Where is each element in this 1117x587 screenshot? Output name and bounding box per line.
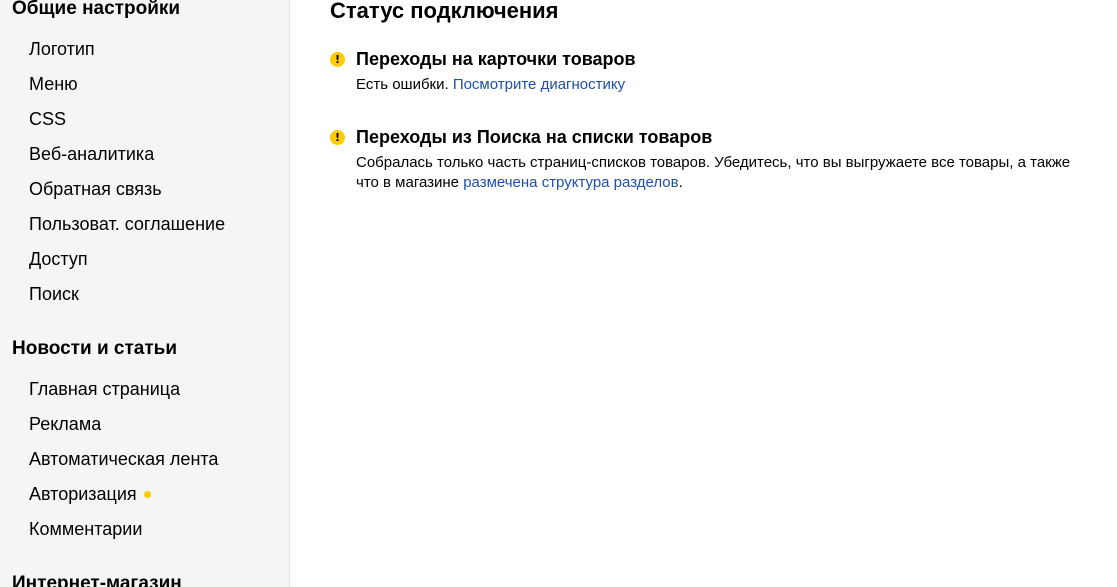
- status-head: ! Переходы из Поиска на списки товаров: [330, 126, 1090, 148]
- sidebar-item-user-agreement[interactable]: Пользоват. соглашение: [29, 213, 225, 235]
- status-desc-suffix: .: [678, 174, 683, 191]
- sidebar-item-label: Логотип: [29, 39, 95, 59]
- sidebar-item-label: Автоматическая лента: [29, 449, 219, 469]
- sidebar-item-label: Поиск: [29, 284, 79, 304]
- sidebar-item-label: Доступ: [29, 249, 88, 269]
- status-head: ! Переходы на карточки товаров: [330, 48, 1090, 70]
- sidebar-section-title-news: Новости и статьи: [12, 338, 178, 359]
- sidebar-item-label: Реклама: [29, 414, 102, 434]
- sidebar-item-comments[interactable]: Комментарии: [29, 518, 142, 540]
- sidebar-item-auto-feed[interactable]: Автоматическая лента: [29, 448, 218, 470]
- sidebar-item-main-page[interactable]: Главная страница: [29, 378, 180, 400]
- status-title: Переходы на карточки товаров: [356, 49, 636, 69]
- warning-icon: !: [330, 129, 345, 145]
- sidebar-item-label: CSS: [29, 109, 67, 129]
- status-item-product-lists: ! Переходы из Поиска на списки товаров С…: [330, 126, 1090, 193]
- sidebar: Общие настройки Логотип Меню CSS Веб-ана…: [0, 0, 290, 587]
- sidebar-item-label: Пользоват. соглашение: [29, 214, 226, 234]
- status-title: Переходы из Поиска на списки товаров: [356, 127, 713, 147]
- sidebar-item-web-analytics[interactable]: Веб-аналитика: [29, 143, 154, 165]
- main-content: Статус подключения ! Переходы на карточк…: [290, 0, 1117, 587]
- sidebar-item-authorization[interactable]: Авторизация: [29, 483, 151, 505]
- sidebar-item-search[interactable]: Поиск: [29, 283, 79, 305]
- sidebar-item-ads[interactable]: Реклама: [29, 413, 101, 435]
- sidebar-item-label: Авторизация: [29, 484, 137, 504]
- warning-icon: !: [330, 51, 345, 67]
- sidebar-item-logo[interactable]: Логотип: [29, 38, 95, 60]
- sidebar-item-label: Обратная связь: [29, 179, 162, 199]
- status-item-product-cards: ! Переходы на карточки товаров Есть ошиб…: [330, 48, 1090, 95]
- sidebar-item-feedback[interactable]: Обратная связь: [29, 178, 162, 200]
- section-structure-link[interactable]: размечена структура разделов: [463, 174, 678, 191]
- page-title: Статус подключения: [330, 0, 559, 23]
- sidebar-item-label: Комментарии: [29, 519, 143, 539]
- warning-dot-icon: [143, 491, 151, 498]
- sidebar-item-label: Главная страница: [29, 379, 181, 399]
- status-desc-text: Есть ошибки.: [356, 76, 453, 93]
- sidebar-section-title-shop: Интернет-магазин: [12, 573, 182, 587]
- sidebar-item-css[interactable]: CSS: [29, 108, 66, 130]
- sidebar-item-label: Меню: [29, 74, 78, 94]
- sidebar-item-access[interactable]: Доступ: [29, 248, 88, 270]
- sidebar-item-label: Веб-аналитика: [29, 144, 155, 164]
- app-root: Общие настройки Логотип Меню CSS Веб-ана…: [0, 0, 1117, 587]
- sidebar-item-menu[interactable]: Меню: [29, 73, 78, 95]
- view-diagnostics-link[interactable]: Посмотрите диагностику: [453, 76, 625, 93]
- status-description: Есть ошибки. Посмотрите диагностику: [356, 75, 1096, 95]
- status-description: Собралась только часть страниц-списков т…: [356, 153, 1096, 193]
- sidebar-section-title-general: Общие настройки: [12, 0, 181, 19]
